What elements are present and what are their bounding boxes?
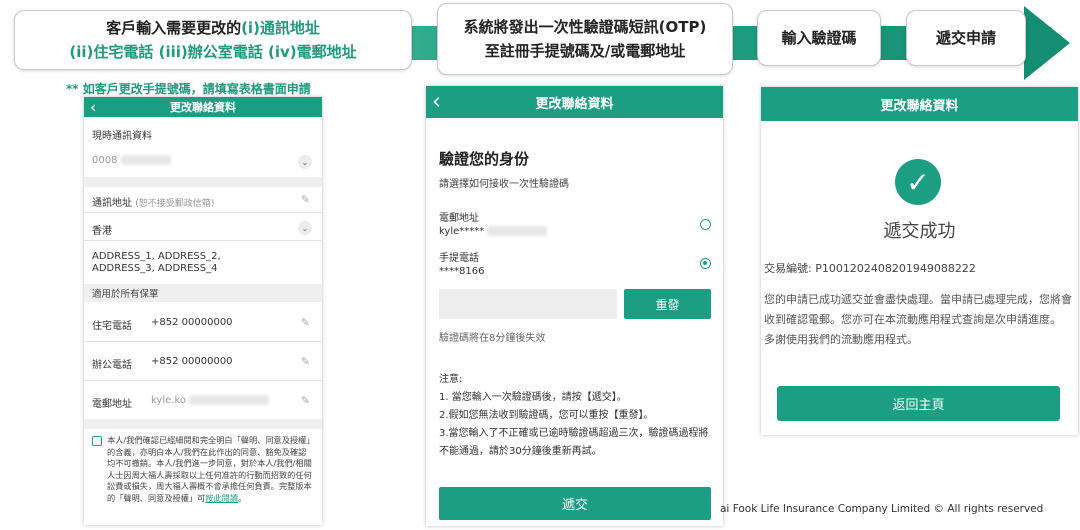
submit-button[interactable]: 遞交 [439,487,711,520]
address-field-label: 通訊地址 (恕不接受郵政信箱) [84,194,322,209]
otp-verification-screen: ‹ 更改聯絡資料 驗證您的身份 請選擇如何接收一次性驗證碼 電郵地址 kyle*… [426,86,723,526]
step1-line2: (ii)住宅電話 (iii)辦公室電話 (iv)電郵地址 [69,43,357,61]
mobile-radio[interactable] [700,258,711,269]
office-phone-input[interactable]: +852 00000000 [143,356,293,367]
divider-band [84,177,322,187]
back-arrow-icon[interactable]: ‹ [432,90,441,115]
edit-pencil-icon[interactable]: ✎ [301,316,310,329]
edit-pencil-icon[interactable]: ✎ [301,193,310,206]
note-item: 3.當您輸入了不正確或已逾時驗證碼超過三次，驗證碼過程將不能通過，請於30分鐘後… [439,428,709,457]
note-item: 2.假如您無法收到驗證碼，您可以重按【重發】。 [439,410,654,421]
step1-text: 客戶輸入需要更改的 [106,19,242,37]
flow-step-4: 遞交申請 [906,10,1026,66]
redacted-blur [189,395,270,405]
divider [84,380,322,381]
divider [84,341,322,342]
transaction-number: 交易編號: P100120240820194908822​2 [764,260,976,276]
current-contact-label: 現時通訊資料 [92,131,152,142]
step3-label: 輸入驗證碼 [781,29,857,47]
region-select[interactable]: 香港 [84,222,322,237]
edit-pencil-icon[interactable]: ✎ [301,394,310,407]
address-hint: (恕不接受郵政信箱) [135,199,215,209]
mobile-option-label: 手提電話 [439,253,479,264]
verify-heading: 驗證您的身份 [439,150,530,168]
current-contact-select[interactable]: 0008 [84,155,322,166]
notes-block: 注意: 1. 當您輸入一次驗證碼後，請按【遞交】。 2.假如您無法收到驗證碼，您… [439,371,714,461]
otp-validity-note: 驗證碼將在8分鐘後失效 [439,333,546,344]
edit-contact-form-screen: ‹ 更改聯絡資料 現時通訊資料 0008 ⌄ 通訊地址 (恕不接受郵政信箱) ✎… [84,97,322,525]
resend-button[interactable]: 重發 [624,289,711,319]
home-phone-input[interactable]: +852 00000000 [143,317,293,328]
success-message: 遞交成功 [883,221,956,242]
divider [84,212,322,213]
step1-highlight: (i)通訊地址 [241,19,320,37]
note-item: 1. 當您輸入一次驗證碼後，請按【遞交】。 [439,392,627,403]
back-to-home-button[interactable]: 返回主頁 [777,386,1060,421]
office-phone-label: 辦公電話 [92,360,132,371]
confirmation-message: 您的申請已成功遞交並會盡快處理。當申請已處理完成，您將會收到確認電郵。您亦可在本… [764,293,1072,326]
email-option-value: kyle***** [439,226,548,237]
transaction-label: 交易編號: [764,262,812,275]
email-option-label: 電郵地址 [439,213,479,224]
consent-checkbox[interactable] [92,436,102,446]
email-label: 電郵地址 [92,399,132,410]
step2-line1: 系統將發出一次性驗證碼短訊(OTP) [463,18,707,36]
flow-step-3: 輸入驗證碼 [757,10,881,66]
verify-subheading: 請選擇如何接收一次性驗證碼 [439,179,569,190]
copyright-footer: ai Fook Life Insurance Company Limited ©… [720,503,1044,515]
address-label: 通訊地址 [92,198,132,209]
redacted-blur [487,226,548,236]
submission-success-screen: 更改聯絡資料 ✓ 遞交成功 交易編號: P1001202408201949088… [761,87,1078,435]
screen-title: 更改聯絡資料 [880,98,959,114]
email-input[interactable]: kyle.ko [143,395,293,406]
email-value: kyle.ko [151,395,187,406]
consent-block: 本人/我們確認已經細閱和完全明白「聲明、同意及授權」的含義，亦明白本人/我們在此… [84,429,322,505]
redacted-blur [120,155,171,165]
screen-title: 更改聯絡資料 [170,101,236,114]
flow-step-2: 系統將發出一次性驗證碼短訊(OTP) 至註冊手提號碼及/或電郵地址 [437,3,733,75]
section-header: 適用於所有保單 [84,284,322,302]
current-contact-value: 0008 [92,155,118,166]
mobile-option-value: ****8166 [439,266,485,277]
home-phone-label: 住宅電話 [92,321,132,332]
consent-text: 本人/我們確認已經細閱和完全明白「聲明、同意及授權」的含義，亦明白本人/我們在此… [107,435,314,505]
confirmation-text: 您的申請已成功遞交並會盡快處理。當申請已處理完成，您將會收到確認電郵。您亦可在本… [764,290,1074,350]
app-bar: 更改聯絡資料 [761,87,1078,121]
app-bar: ‹ 更改聯絡資料 [426,86,723,118]
step2-line2: 至註冊手提號碼及/或電郵地址 [484,42,686,60]
address-value[interactable]: ADDRESS_1, ADDRESS_2, ADDRESS_3, ADDRESS… [84,251,284,275]
screen-title: 更改聯絡資料 [535,96,614,112]
step4-label: 遞交申請 [935,29,996,47]
notes-title: 注意: [439,374,463,385]
success-check-icon: ✓ [895,159,941,205]
app-bar: ‹ 更改聯絡資料 [84,97,322,117]
mobile-change-note: ** 如客戶更改手提號碼，請填寫表格書面申請 [66,82,311,96]
chevron-down-icon[interactable]: ⌄ [298,221,312,235]
email-masked: kyle***** [439,226,485,237]
consent-end: 。 [238,492,247,503]
back-arrow-icon[interactable]: ‹ [90,98,96,117]
edit-pencil-icon[interactable]: ✎ [301,355,310,368]
arrow-right-icon [1024,6,1070,80]
otp-input[interactable] [439,289,617,319]
email-radio[interactable] [700,219,711,230]
chevron-down-icon[interactable]: ⌄ [298,155,312,169]
thank-you-message: 多謝使用我們的流動應用程式。 [764,333,918,346]
transaction-value: P100120240820194908822​2 [815,262,976,275]
consent-read-link[interactable]: 按此閱讀 [205,493,238,503]
divider-band [84,419,322,429]
divider [84,240,322,241]
flow-step-1: 客戶輸入需要更改的(i)通訊地址 (ii)住宅電話 (iii)辦公室電話 (iv… [14,10,412,70]
